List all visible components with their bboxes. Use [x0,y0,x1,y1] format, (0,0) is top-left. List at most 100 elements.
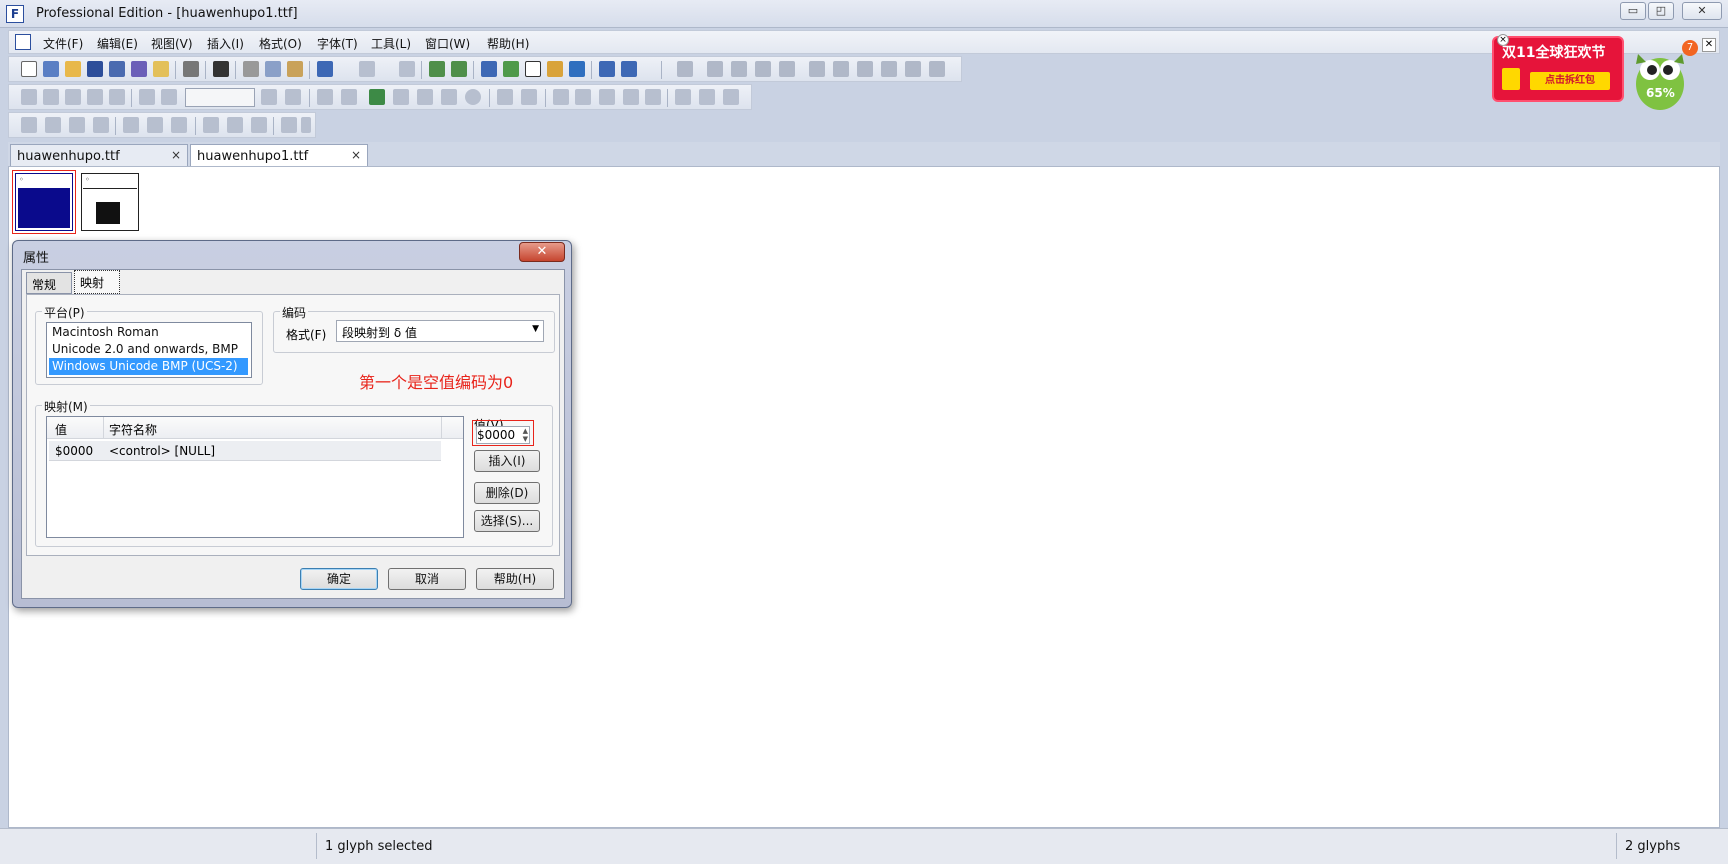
flip-v-icon[interactable] [833,61,849,77]
promo-banner[interactable]: × 双11全球狂欢节 点击拆红包 [1492,34,1624,102]
tab-huawenhupo1[interactable]: huawenhupo1.ttf × [190,144,368,166]
frame-icon[interactable] [623,89,639,105]
sort-icon[interactable] [481,61,497,77]
tab-close-icon[interactable]: × [171,148,181,162]
metrics-icon[interactable] [497,89,513,105]
glyph-cell[interactable]: ◦ [81,173,139,231]
mdi-doc-icon[interactable] [15,34,31,50]
validate-icon[interactable] [503,61,519,77]
save-all-icon[interactable] [131,61,147,77]
menu-font[interactable]: 字体(T) [317,35,358,52]
mapping-grid[interactable]: 值 字符名称 $0000 <control> [NULL] [46,416,464,538]
dialog-close-button[interactable]: ✕ [519,242,565,262]
open-folder-icon[interactable] [65,61,81,77]
menu-tools[interactable]: 工具(L) [371,35,411,52]
close-button[interactable]: ✕ [1682,2,1722,20]
glyph-cell-selected[interactable]: ◦ [15,173,73,231]
align-left-icon[interactable] [123,117,139,133]
table-row[interactable]: $0000 <control> [NULL] [49,441,441,461]
tab-general[interactable]: 常规 [26,272,72,294]
menu-insert[interactable]: 插入(I) [207,35,244,52]
new-file-icon[interactable] [21,61,37,77]
skew-icon[interactable] [881,61,897,77]
rectangle-icon[interactable] [441,89,457,105]
distribute-v-icon[interactable] [301,117,311,133]
layer-icon[interactable] [677,61,693,77]
knife-tool-icon[interactable] [417,89,433,105]
repeat-icon[interactable] [399,61,415,77]
grid-icon[interactable] [285,89,301,105]
arrange-front-icon[interactable] [21,117,37,133]
kerning-icon[interactable] [521,89,537,105]
column-value[interactable]: 值 [55,421,67,438]
undo-icon[interactable] [317,61,333,77]
add-glyph-icon[interactable] [429,61,445,77]
new-window-icon[interactable] [43,61,59,77]
align-top-icon[interactable] [203,117,219,133]
restore-button[interactable]: ◰ [1648,2,1674,20]
zoom-select[interactable] [185,88,255,107]
align-middle-icon[interactable] [227,117,243,133]
save-icon[interactable] [87,61,103,77]
platform-item-windows-unicode[interactable]: Windows Unicode BMP (UCS-2) [49,358,248,375]
platform-item-unicode-bmp[interactable]: Unicode 2.0 and onwards, BMP [49,341,248,358]
ok-button[interactable]: 确定 [300,568,378,590]
zoom-in-icon[interactable] [139,89,155,105]
hand-icon[interactable] [65,89,81,105]
menu-file[interactable]: 文件(F) [43,35,83,52]
align-right-icon[interactable] [171,117,187,133]
copy-icon[interactable] [265,61,281,77]
select-icon[interactable] [21,89,37,105]
text-icon[interactable] [525,61,541,77]
menu-help[interactable]: 帮助(H) [487,35,529,52]
contour-icon[interactable] [317,89,333,105]
column-char-name[interactable]: 字符名称 [109,421,157,438]
truetype-icon[interactable] [621,61,637,77]
composite-icon[interactable] [723,89,739,105]
slant-icon[interactable] [857,61,873,77]
measure-icon[interactable] [87,89,103,105]
table-icon[interactable] [553,89,569,105]
tab-huawenhupo[interactable]: huawenhupo.ttf × [10,144,188,166]
brush-icon[interactable] [393,89,409,105]
menu-window[interactable]: 窗口(W) [425,35,470,52]
check-icon[interactable] [569,61,585,77]
owl-mascot-icon[interactable]: 65% [1630,40,1690,112]
rotate-icon[interactable] [755,61,771,77]
intersect-icon[interactable] [929,61,945,77]
tree-icon[interactable] [675,89,691,105]
distribute-h-icon[interactable] [281,117,297,133]
image-icon[interactable] [369,89,385,105]
lasso-icon[interactable] [43,89,59,105]
menu-edit[interactable]: 编辑(E) [97,35,138,52]
align-center-icon[interactable] [147,117,163,133]
knife-icon[interactable] [731,61,747,77]
union-icon[interactable] [905,61,921,77]
pen-icon[interactable] [109,89,125,105]
bracket-icon[interactable] [645,89,661,105]
ellipse-icon[interactable] [465,89,481,105]
eraser-icon[interactable] [707,61,723,77]
generate-icon[interactable] [451,61,467,77]
matrix-icon[interactable] [575,89,591,105]
promo-open-button[interactable]: 点击拆红包 [1530,72,1610,90]
platform-list[interactable]: Macintosh Roman Unicode 2.0 and onwards,… [46,322,252,378]
layout-icon[interactable] [599,89,615,105]
minimize-button[interactable]: ▭ [1620,2,1646,20]
help-button[interactable]: 帮助(H) [476,568,554,590]
menu-format[interactable]: 格式(O) [259,35,302,52]
edit-icon[interactable] [547,61,563,77]
cut-icon[interactable] [243,61,259,77]
scale-icon[interactable] [779,61,795,77]
zoom-out-icon[interactable] [161,89,177,105]
node-icon[interactable] [341,89,357,105]
bring-forward-icon[interactable] [69,117,85,133]
menu-view[interactable]: 视图(V) [151,35,193,52]
align-bottom-icon[interactable] [251,117,267,133]
cancel-button[interactable]: 取消 [388,568,466,590]
find-icon[interactable] [213,61,229,77]
tab-mapping[interactable]: 映射 [74,270,120,294]
send-backward-icon[interactable] [93,117,109,133]
spin-icon[interactable]: ▲ ▼ [523,427,528,443]
tab-close-icon[interactable]: × [351,148,361,162]
